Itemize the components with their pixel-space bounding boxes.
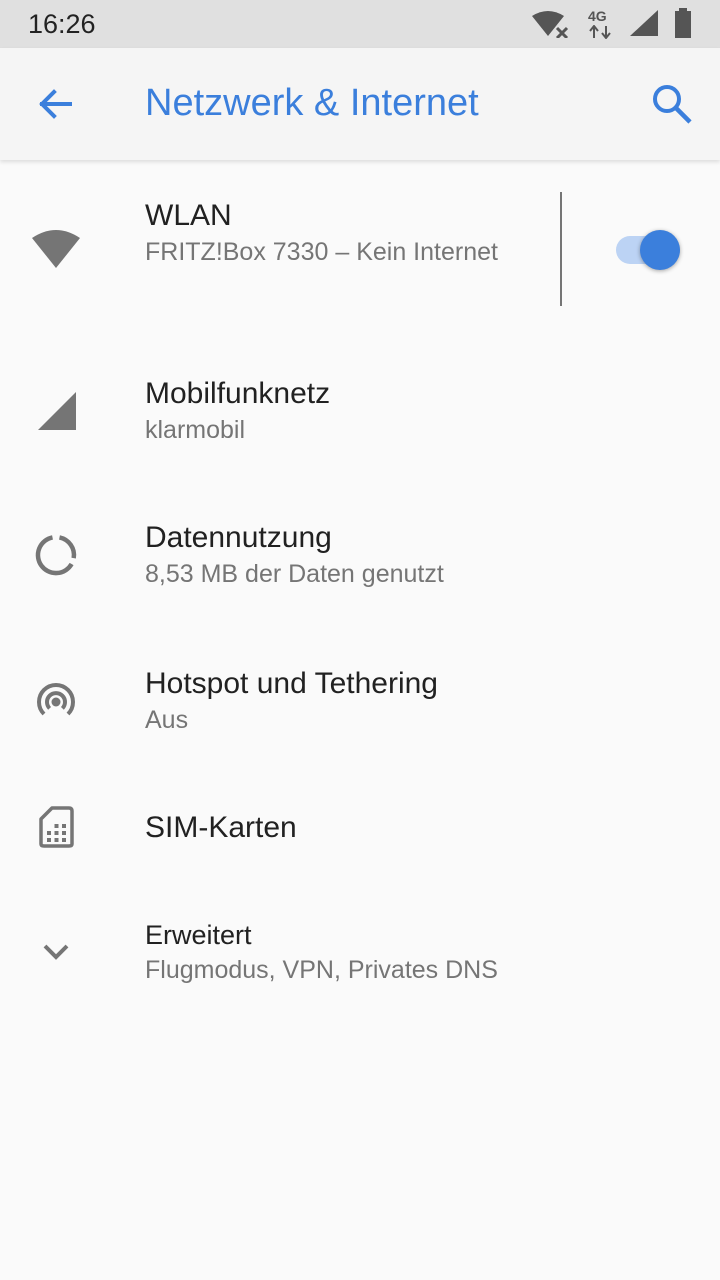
mobilfunknetz-summary: klarmobil xyxy=(145,416,246,444)
erweitert-title: Erweitert xyxy=(145,920,252,950)
arrow-back-icon[interactable] xyxy=(36,84,76,124)
mobile-data-4g-icon: 4G xyxy=(588,8,614,40)
wlan-summary: FRITZ!Box 7330 – Kein Internet xyxy=(145,238,498,266)
settings-item-wlan[interactable]: WLAN FRITZ!Box 7330 – Kein Internet xyxy=(0,180,720,320)
status-bar: 16:26 4G xyxy=(0,0,720,48)
settings-item-erweitert[interactable]: Erweitert Flugmodus, VPN, Privates DNS xyxy=(0,900,720,1010)
datennutzung-title: Datennutzung xyxy=(145,521,332,554)
mobilfunknetz-title: Mobilfunknetz xyxy=(145,377,331,410)
wlan-divider xyxy=(560,192,562,306)
hotspot-icon xyxy=(37,682,75,716)
settings-item-datennutzung[interactable]: Datennutzung 8,53 MB der Daten genutzt xyxy=(0,490,720,620)
datennutzung-summary: 8,53 MB der Daten genutzt xyxy=(145,560,444,588)
battery-icon xyxy=(675,8,691,38)
wifi-no-internet-icon xyxy=(532,11,569,38)
data-arrows-icon xyxy=(589,25,611,39)
wifi-icon xyxy=(32,230,80,268)
wlan-toggle[interactable] xyxy=(614,228,684,272)
chevron-down-icon xyxy=(43,944,69,960)
settings-item-sim-karten[interactable]: SIM-Karten xyxy=(0,780,720,880)
settings-item-hotspot[interactable]: Hotspot und Tethering Aus xyxy=(0,640,720,770)
hotspot-title: Hotspot und Tethering xyxy=(145,667,438,700)
page-title: Netzwerk & Internet xyxy=(145,82,479,124)
app-bar: Netzwerk & Internet xyxy=(0,48,720,160)
erweitert-summary: Flugmodus, VPN, Privates DNS xyxy=(145,956,498,984)
toggle-thumb xyxy=(640,230,680,270)
sim-card-icon xyxy=(39,806,74,848)
status-time: 16:26 xyxy=(28,9,96,39)
settings-item-mobilfunknetz[interactable]: Mobilfunknetz klarmobil xyxy=(0,340,720,470)
cell-signal-icon xyxy=(630,10,658,36)
sim-karten-title: SIM-Karten xyxy=(145,811,297,844)
search-icon[interactable] xyxy=(650,82,694,126)
data-usage-icon xyxy=(35,535,77,576)
hotspot-summary: Aus xyxy=(145,706,189,734)
network-type-label: 4G xyxy=(588,8,607,24)
cell-signal-icon xyxy=(38,392,76,430)
wlan-title: WLAN xyxy=(145,199,232,232)
